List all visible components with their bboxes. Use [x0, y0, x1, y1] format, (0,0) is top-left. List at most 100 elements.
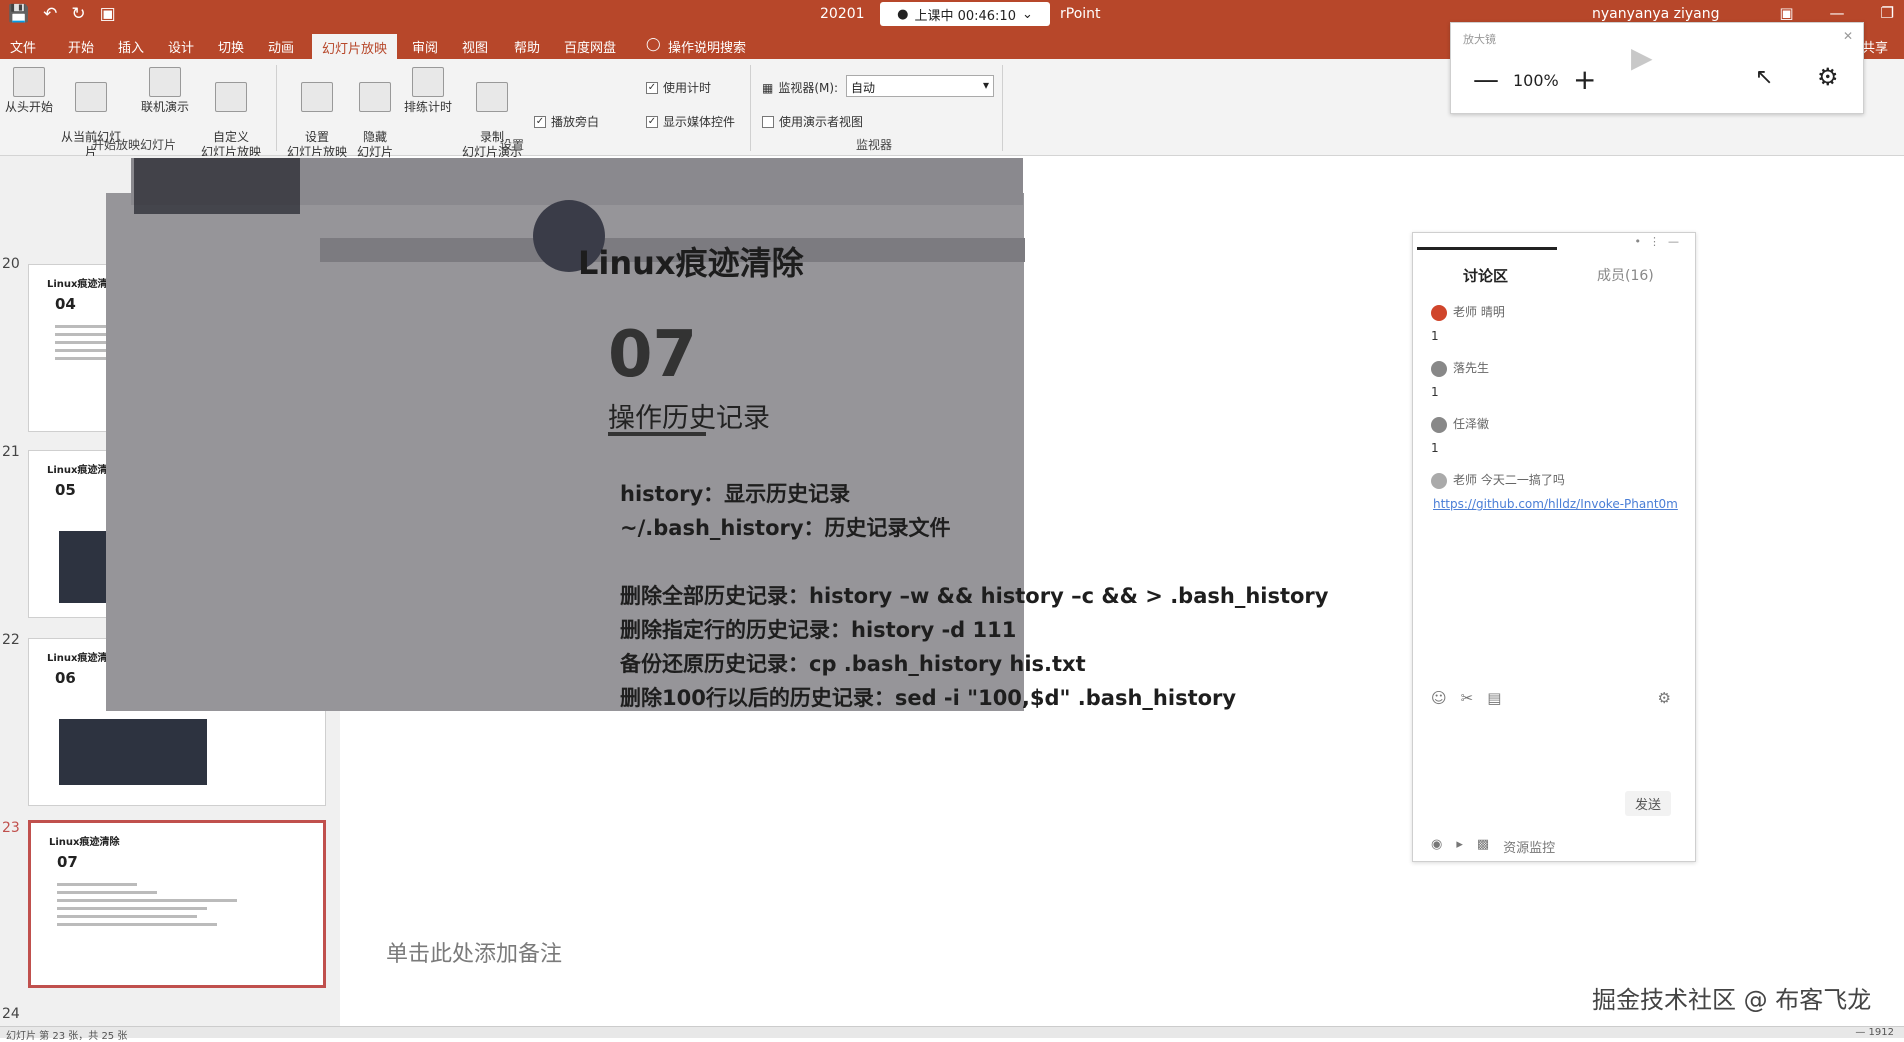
- chat-sender: 老师 晴明: [1453, 305, 1505, 319]
- zoom-out-button[interactable]: —: [1473, 65, 1499, 95]
- redo-icon[interactable]: ↻: [71, 4, 85, 24]
- from-beginning-button[interactable]: 从头开始: [2, 67, 56, 115]
- chat-link[interactable]: https://github.com/hlldz/Invoke-Phant0m: [1433, 497, 1678, 511]
- resource-monitor-label[interactable]: 资源监控: [1503, 837, 1555, 856]
- tab-members[interactable]: 成员(16): [1597, 265, 1654, 285]
- slide-section-number: 07: [608, 318, 698, 392]
- group-setup: 设置: [500, 138, 525, 152]
- scissors-icon[interactable]: ✂: [1461, 689, 1474, 707]
- slide-text-line: history：显示历史记录: [620, 482, 851, 506]
- tab-baidu-netdisk[interactable]: 百度网盘: [564, 37, 616, 56]
- chevron-down-icon: ⌄: [1021, 6, 1033, 22]
- play-from-current-icon: [75, 82, 107, 112]
- chat-message: 老师 晴明 1: [1431, 303, 1505, 343]
- slide-text-line: ~/.bash_history：历史记录文件: [620, 516, 951, 540]
- close-icon[interactable]: ✕: [1843, 29, 1853, 43]
- status-right: — 1912: [1855, 1027, 1894, 1038]
- hide-slide-button[interactable]: 隐藏 幻灯片: [352, 67, 398, 160]
- notes-placeholder[interactable]: 单击此处添加备注: [386, 936, 562, 968]
- thumbnail-slide-number: 07: [57, 853, 78, 871]
- slide-thumbnail-selected[interactable]: Linux痕迹清除 07: [28, 820, 326, 988]
- tab-slideshow[interactable]: 幻灯片放映: [312, 34, 398, 59]
- ribbon-display-icon[interactable]: ▣: [1779, 4, 1793, 22]
- thumbnail-slide-number: 04: [55, 295, 76, 313]
- monitor-select[interactable]: 自动 ▾: [846, 75, 994, 97]
- tab-discussion[interactable]: 讨论区: [1463, 265, 1508, 286]
- tell-me-search[interactable]: 操作说明搜索: [668, 37, 746, 56]
- gear-icon[interactable]: ⚙: [1817, 63, 1839, 91]
- online-present-button[interactable]: 联机演示: [138, 67, 192, 115]
- zoom-in-button[interactable]: +: [1573, 63, 1596, 96]
- window-title-left: 20201: [820, 6, 865, 22]
- tab-file[interactable]: 文件: [10, 37, 36, 56]
- subtitle-underline: [608, 432, 706, 436]
- use-timings-checkbox[interactable]: ✓ 使用计时: [646, 79, 711, 96]
- window-title-right: rPoint: [1060, 6, 1101, 22]
- avatar: [1431, 360, 1447, 377]
- settings-icon[interactable]: ⚙: [1658, 689, 1671, 707]
- class-timer-text: 上课中 00:46:10: [914, 8, 1016, 24]
- avatar: [1431, 304, 1447, 321]
- tab-insert[interactable]: 插入: [118, 37, 144, 56]
- window-controls: ▣ — ❐: [1779, 4, 1894, 22]
- slide-text-line: 删除指定行的历史记录：history -d 111: [620, 618, 1017, 642]
- tab-help[interactable]: 帮助: [514, 37, 540, 56]
- tab-transitions[interactable]: 切换: [218, 37, 244, 56]
- online-present-icon: [149, 67, 181, 97]
- tab-design[interactable]: 设计: [168, 37, 194, 56]
- rehearse-timings-button[interactable]: 排练计时: [400, 67, 456, 115]
- monitor-label: ▦ 监视器(M):: [762, 80, 839, 96]
- ribbon-separator: [1002, 65, 1003, 151]
- image-icon[interactable]: ▤: [1487, 689, 1501, 707]
- setup-slideshow-button[interactable]: 设置 幻灯片放映: [284, 67, 350, 160]
- custom-slideshow-button[interactable]: 自定义 幻灯片放映: [194, 67, 268, 160]
- thumbnail-title: Linux痕迹清除: [49, 837, 120, 848]
- media-controls-checkbox[interactable]: ✓ 显示媒体控件: [646, 113, 735, 130]
- tencent-classroom-logo-icon: ▶: [1631, 41, 1653, 74]
- thumbnail-slide-number: 05: [55, 481, 76, 499]
- slide-text-line: 备份还原历史记录：cp .bash_history his.txt: [620, 652, 1086, 676]
- share-button[interactable]: 共享: [1862, 37, 1888, 56]
- magnifier-title: 放大镜: [1463, 33, 1496, 46]
- speaker-icon[interactable]: ▸: [1456, 837, 1463, 856]
- bar-chart-icon[interactable]: ▩: [1477, 837, 1489, 856]
- tab-review[interactable]: 审阅: [412, 37, 438, 56]
- microphone-icon[interactable]: ◉: [1431, 837, 1442, 856]
- chat-sender: 任泽徽: [1453, 417, 1490, 431]
- chat-message: 落先生 1: [1431, 359, 1489, 399]
- presenter-view-checkbox[interactable]: 使用演示者视图: [762, 113, 863, 130]
- minimize-icon[interactable]: —: [1830, 4, 1845, 22]
- discussion-panel: •⋮— 讨论区 成员(16) 老师 晴明 1 落先生 1 任泽徽 1 老师 今天…: [1412, 232, 1696, 862]
- save-icon[interactable]: 💾: [8, 4, 29, 24]
- record-dot-icon: ●: [897, 6, 909, 22]
- tab-view[interactable]: 视图: [462, 37, 488, 56]
- ribbon-separator: [276, 65, 277, 151]
- checkbox-unchecked-icon: [762, 115, 774, 128]
- chat-text: 1: [1431, 328, 1439, 343]
- hide-slide-icon: [359, 82, 391, 112]
- slide-number: 21: [2, 444, 20, 460]
- tab-animations[interactable]: 动画: [268, 37, 294, 56]
- restore-icon[interactable]: ❐: [1881, 4, 1894, 22]
- thumbnail-slide-number: 06: [55, 669, 76, 687]
- emoji-icon[interactable]: ☺: [1431, 689, 1447, 707]
- user-name[interactable]: nyanyanya ziyang: [1592, 6, 1720, 22]
- undo-icon[interactable]: ↶: [43, 4, 57, 24]
- lightbulb-icon: ◯: [646, 37, 661, 52]
- record-icon: [476, 82, 508, 112]
- checkbox-checked-icon: ✓: [646, 115, 658, 128]
- send-button[interactable]: 发送: [1624, 791, 1671, 816]
- panel-controls-icon[interactable]: •⋮—: [1635, 235, 1688, 248]
- avatar: [1431, 472, 1447, 489]
- present-icon[interactable]: ▣: [100, 4, 116, 24]
- chat-text: 1: [1431, 384, 1439, 399]
- narration-checkbox[interactable]: ✓ 播放旁白: [534, 113, 599, 130]
- slide-text-line: 删除100行以后的历史记录：sed -i "100,$d" .bash_hist…: [620, 686, 1237, 710]
- slide-subtitle: 操作历史记录: [608, 403, 770, 434]
- chevron-down-icon: ▾: [982, 78, 989, 92]
- class-timer[interactable]: ● 上课中 00:46:10 ⌄: [880, 2, 1050, 26]
- tab-home[interactable]: 开始: [68, 37, 94, 56]
- quick-access-toolbar: 💾 ↶ ↻ ▣: [8, 4, 116, 24]
- active-tab-indicator: [1417, 247, 1557, 250]
- avatar: [1431, 416, 1447, 433]
